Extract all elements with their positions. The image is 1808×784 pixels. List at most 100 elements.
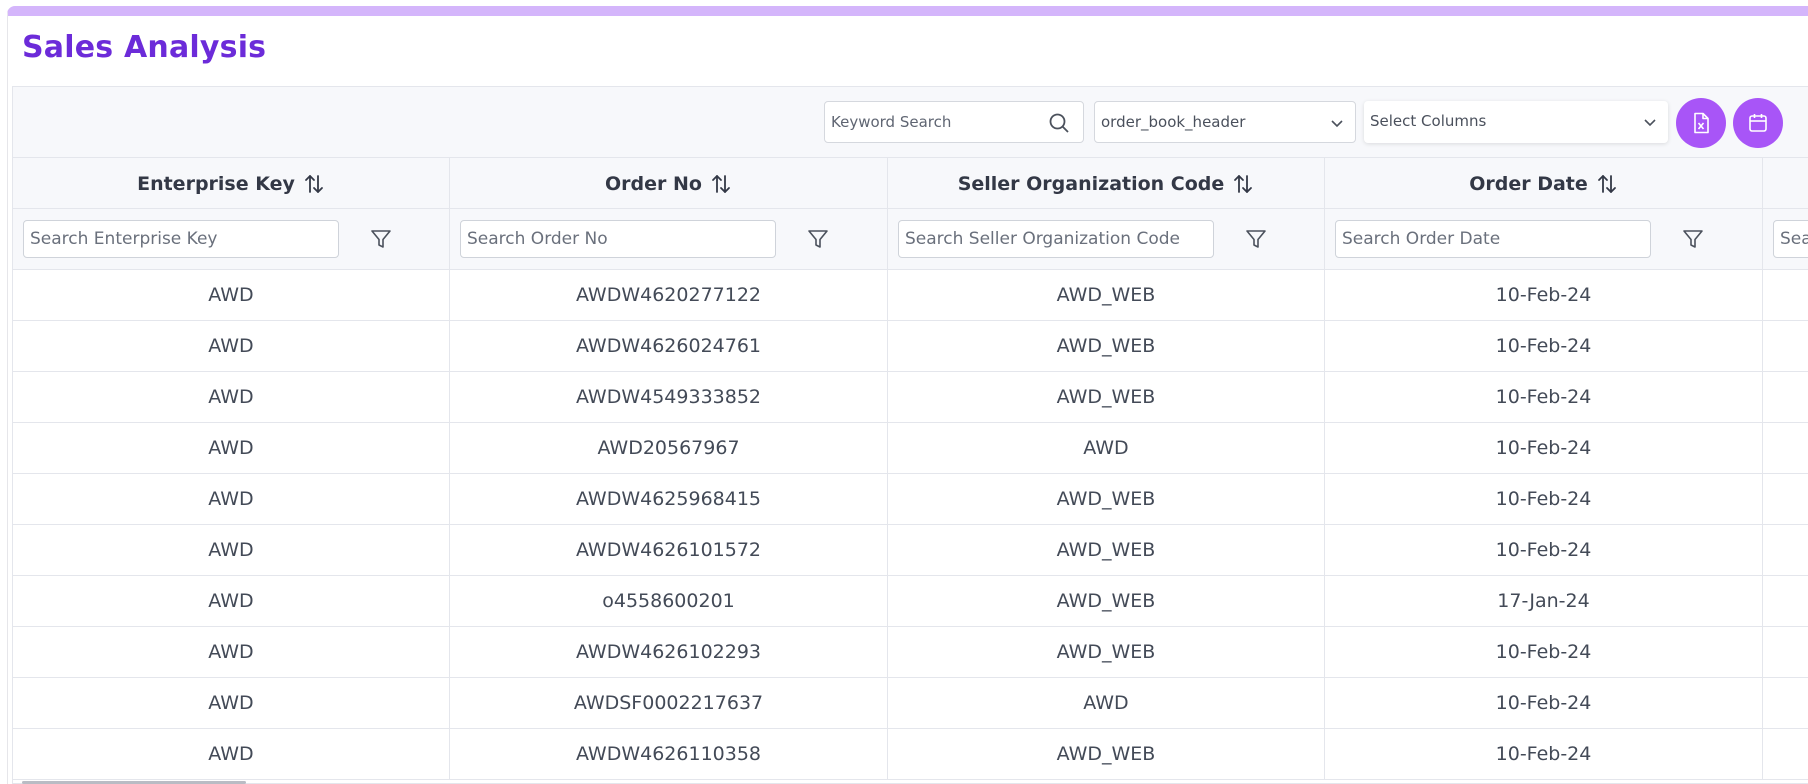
cell-enterprise-key: AWD [13, 372, 450, 422]
cell-seller-organization-code: AWD_WEB [888, 576, 1325, 626]
grid-toolbar: order_book_header Select Columns [13, 87, 1808, 158]
table-select[interactable]: order_book_header [1094, 101, 1356, 143]
column-filter-row [13, 209, 1808, 270]
cell-order-date: 10-Feb-24 [1325, 423, 1763, 473]
sort-icon[interactable] [710, 173, 732, 195]
filter-input-order-no[interactable] [460, 220, 776, 258]
cell-partial [1763, 423, 1808, 473]
sort-icon[interactable] [303, 173, 325, 195]
cell-enterprise-key: AWD [13, 423, 450, 473]
filter-input-seller-organization-code[interactable] [898, 220, 1214, 258]
sort-icon[interactable] [1596, 173, 1618, 195]
filter-cell-partial [1763, 209, 1808, 270]
date-range-button[interactable] [1733, 98, 1783, 148]
table-select-value: order_book_header [1101, 113, 1246, 131]
cell-seller-organization-code: AWD_WEB [888, 729, 1325, 779]
cell-order-no: AWDW4626110358 [450, 729, 888, 779]
table-row[interactable]: AWD AWDW4626102293 AWD_WEB 10-Feb-24 [13, 627, 1808, 678]
cell-enterprise-key: AWD [13, 474, 450, 524]
column-header-label: Order Date [1469, 172, 1588, 195]
cell-order-date: 10-Feb-24 [1325, 270, 1763, 320]
cell-seller-organization-code: AWD_WEB [888, 321, 1325, 371]
cell-order-date: 10-Feb-24 [1325, 525, 1763, 575]
cell-order-date: 10-Feb-24 [1325, 678, 1763, 728]
cell-partial [1763, 576, 1808, 626]
cell-partial [1763, 678, 1808, 728]
filter-input-partial[interactable] [1773, 220, 1808, 258]
table-row[interactable]: AWD AWDSF0002217637 AWD 10-Feb-24 [13, 678, 1808, 729]
sort-icon[interactable] [1232, 173, 1254, 195]
filter-cell-order-no [450, 209, 888, 270]
table-row[interactable]: AWD AWDW4626110358 AWD_WEB 10-Feb-24 [13, 729, 1808, 780]
cell-order-no: AWD20567967 [450, 423, 888, 473]
cell-partial [1763, 627, 1808, 677]
columns-select-value: Select Columns [1370, 112, 1487, 130]
column-header-order-date[interactable]: Order Date [1325, 158, 1763, 209]
cell-order-no: AWDW4626101572 [450, 525, 888, 575]
column-header-label: Enterprise Key [137, 172, 295, 195]
filter-icon[interactable] [1244, 227, 1268, 251]
table-row[interactable]: AWD AWDW4626024761 AWD_WEB 10-Feb-24 [13, 321, 1808, 372]
filter-icon[interactable] [369, 227, 393, 251]
filter-icon[interactable] [806, 227, 830, 251]
cell-seller-organization-code: AWD_WEB [888, 270, 1325, 320]
cell-order-no: AWDW4626024761 [450, 321, 888, 371]
column-header-label: Seller Organization Code [957, 172, 1225, 195]
table-row[interactable]: AWD AWDW4549333852 AWD_WEB 10-Feb-24 [13, 372, 1808, 423]
cell-seller-organization-code: AWD_WEB [888, 372, 1325, 422]
cell-order-no: o4558600201 [450, 576, 888, 626]
cell-partial [1763, 525, 1808, 575]
data-grid: order_book_header Select Columns [12, 86, 1808, 784]
table-row[interactable]: AWD AWDW4625968415 AWD_WEB 10-Feb-24 [13, 474, 1808, 525]
table-body: AWD AWDW4620277122 AWD_WEB 10-Feb-24 AWD AWDW… [13, 270, 1808, 780]
keyword-search [824, 101, 1084, 143]
excel-export-icon [1694, 112, 1709, 134]
cell-seller-organization-code: AWD_WEB [888, 525, 1325, 575]
column-header-enterprise-key[interactable]: Enterprise Key [13, 158, 450, 209]
filter-cell-enterprise-key [13, 209, 450, 270]
cell-enterprise-key: AWD [13, 576, 450, 626]
column-header-label: Order No [605, 172, 702, 195]
filter-cell-order-date [1325, 209, 1763, 270]
keyword-search-input[interactable] [825, 102, 1045, 142]
filter-input-order-date[interactable] [1335, 220, 1651, 258]
cell-order-no: AWDW4620277122 [450, 270, 888, 320]
search-icon[interactable] [1047, 111, 1071, 135]
cell-partial [1763, 474, 1808, 524]
cell-seller-organization-code: AWD_WEB [888, 474, 1325, 524]
cell-enterprise-key: AWD [13, 525, 450, 575]
cell-order-date: 10-Feb-24 [1325, 321, 1763, 371]
cell-order-no: AWDW4549333852 [450, 372, 888, 422]
chevron-down-icon [1644, 119, 1656, 127]
column-header-row: Enterprise Key Order No Seller Organizat… [13, 158, 1808, 209]
table-row[interactable]: AWD o4558600201 AWD_WEB 17-Jan-24 [13, 576, 1808, 627]
cell-order-no: AWDW4625968415 [450, 474, 888, 524]
cell-enterprise-key: AWD [13, 627, 450, 677]
column-header-order-no[interactable]: Order No [450, 158, 888, 209]
table-row[interactable]: AWD AWDW4620277122 AWD_WEB 10-Feb-24 [13, 270, 1808, 321]
cell-seller-organization-code: AWD [888, 678, 1325, 728]
cell-enterprise-key: AWD [13, 270, 450, 320]
cell-partial [1763, 372, 1808, 422]
column-header-partial[interactable] [1763, 158, 1808, 209]
cell-order-date: 10-Feb-24 [1325, 474, 1763, 524]
cell-order-date: 10-Feb-24 [1325, 627, 1763, 677]
cell-enterprise-key: AWD [13, 321, 450, 371]
cell-seller-organization-code: AWD_WEB [888, 627, 1325, 677]
table-row[interactable]: AWD AWD20567967 AWD 10-Feb-24 [13, 423, 1808, 474]
cell-order-date: 10-Feb-24 [1325, 729, 1763, 779]
filter-input-enterprise-key[interactable] [23, 220, 339, 258]
columns-select[interactable]: Select Columns [1364, 101, 1668, 143]
cell-order-date: 17-Jan-24 [1325, 576, 1763, 626]
cell-enterprise-key: AWD [13, 678, 450, 728]
filter-icon[interactable] [1681, 227, 1705, 251]
export-excel-button[interactable] [1676, 98, 1726, 148]
cell-partial [1763, 270, 1808, 320]
cell-partial [1763, 321, 1808, 371]
column-header-seller-organization-code[interactable]: Seller Organization Code [888, 158, 1325, 209]
cell-enterprise-key: AWD [13, 729, 450, 779]
cell-order-no: AWDW4626102293 [450, 627, 888, 677]
chevron-down-icon [1331, 120, 1343, 128]
page-title: Sales Analysis [22, 30, 267, 65]
table-row[interactable]: AWD AWDW4626101572 AWD_WEB 10-Feb-24 [13, 525, 1808, 576]
